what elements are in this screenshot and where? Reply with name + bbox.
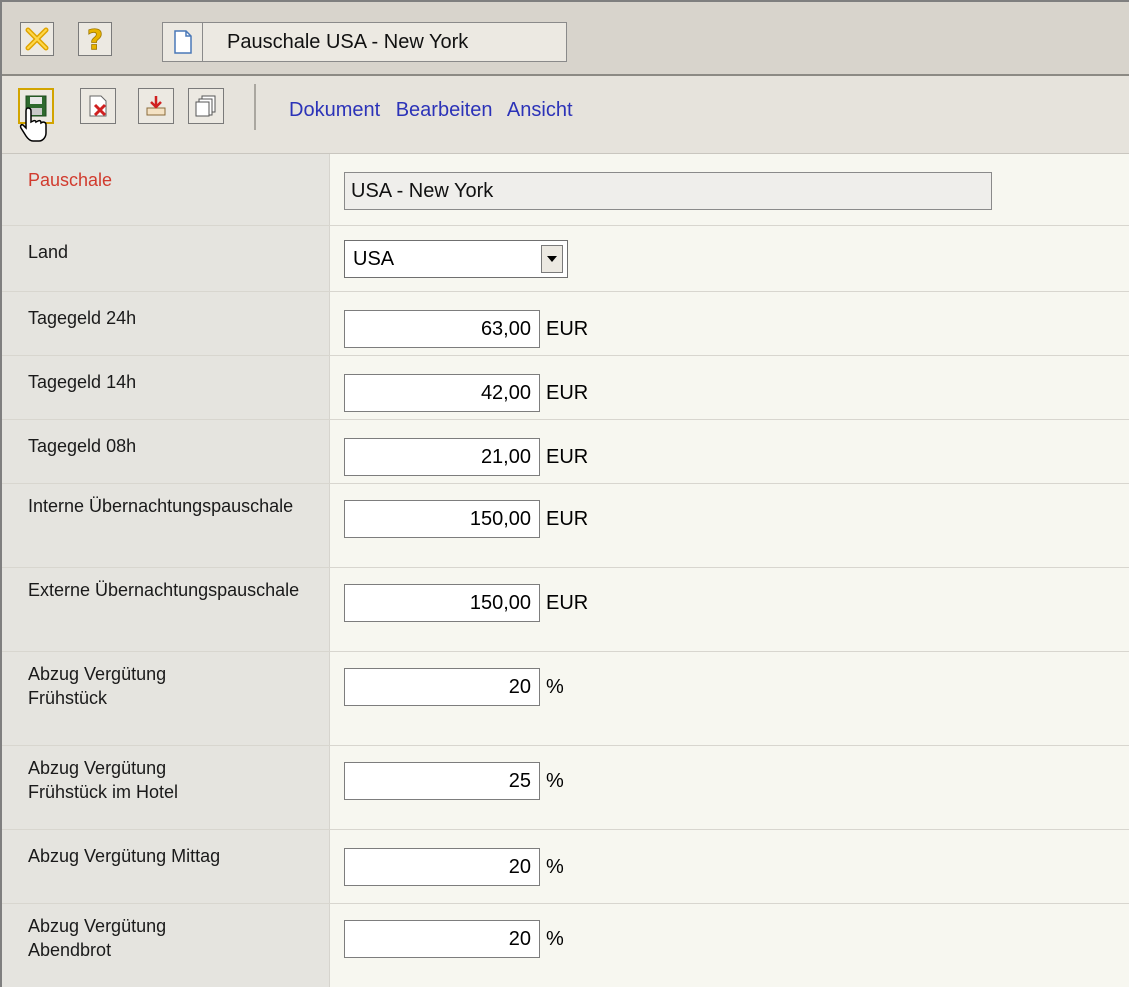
value-cell: 150,00 EUR <box>330 568 1129 651</box>
label-pauschale: Pauschale <box>2 154 330 225</box>
value-cell: 20 % <box>330 830 1129 903</box>
unit-label: % <box>546 856 564 878</box>
value-cell: 42,00 EUR <box>330 356 1129 419</box>
close-icon <box>25 27 49 51</box>
svg-text:?: ? <box>87 25 103 53</box>
value-cell: USA <box>330 226 1129 291</box>
unit-label: EUR <box>546 318 589 340</box>
document-tab[interactable]: Pauschale USA - New York <box>162 22 567 62</box>
value-cell: 150,00 EUR <box>330 484 1129 567</box>
dropdown-arrow-icon[interactable] <box>541 245 563 273</box>
externe-uebernachtung-input[interactable]: 150,00 <box>344 584 540 622</box>
form-row-tagegeld-08h: Tagegeld 08h 21,00 EUR <box>2 420 1129 484</box>
abzug-fruehstueck-hotel-input[interactable]: 25 <box>344 762 540 800</box>
label-tagegeld-24h: Tagegeld 24h <box>2 292 330 355</box>
label-abzug-mittag: Abzug Vergütung Mittag <box>2 830 330 903</box>
delete-button[interactable] <box>80 88 116 124</box>
menu-dokument[interactable]: Dokument <box>289 99 380 121</box>
value-cell: USA - New York <box>330 154 1129 225</box>
value-cell: 25 % <box>330 746 1129 829</box>
land-select[interactable]: USA <box>344 240 568 278</box>
close-button[interactable] <box>20 22 54 56</box>
unit-label: EUR <box>546 592 589 614</box>
value-cell: 20 % <box>330 904 1129 987</box>
label-abzug-abendbrot: Abzug Vergütung Abendbrot <box>2 904 330 987</box>
copy-button[interactable] <box>188 88 224 124</box>
app-window: ? Pauschale USA - New York Dokument Bear… <box>0 0 1129 987</box>
toolbar: Dokument Bearbeiten Ansicht <box>2 76 1129 154</box>
question-icon: ? <box>86 25 103 53</box>
form-row-pauschale: Pauschale USA - New York <box>2 154 1129 226</box>
land-select-value: USA <box>353 247 395 270</box>
form-row-abzug-abendbrot: Abzug Vergütung Abendbrot 20 % <box>2 904 1129 987</box>
toolbar-separator <box>254 84 256 130</box>
label-abzug-fruehstueck-hotel: Abzug Vergütung Frühstück im Hotel <box>2 746 330 829</box>
menu-ansicht[interactable]: Ansicht <box>507 99 573 121</box>
unit-label: % <box>546 770 564 792</box>
label-externe-uebernachtung: Externe Übernachtungspauschale <box>2 568 330 651</box>
menu-bearbeiten[interactable]: Bearbeiten <box>396 99 493 121</box>
title-bar: ? Pauschale USA - New York <box>2 2 1129 76</box>
tagegeld-14h-input[interactable]: 42,00 <box>344 374 540 412</box>
value-cell: 20 % <box>330 652 1129 745</box>
abzug-abendbrot-input[interactable]: 20 <box>344 920 540 958</box>
label-tagegeld-08h: Tagegeld 08h <box>2 420 330 483</box>
label-interne-uebernachtung: Interne Übernachtungspauschale <box>2 484 330 567</box>
menu-bar: Dokument Bearbeiten Ansicht <box>289 99 583 122</box>
form-row-land: Land USA <box>2 226 1129 292</box>
document-tab-title: Pauschale USA - New York <box>227 30 469 53</box>
form-row-abzug-mittag: Abzug Vergütung Mittag 20 % <box>2 830 1129 904</box>
tagegeld-08h-input[interactable]: 21,00 <box>344 438 540 476</box>
delete-document-icon <box>89 95 107 117</box>
help-button[interactable]: ? <box>78 22 112 56</box>
abzug-fruehstueck-input[interactable]: 20 <box>344 668 540 706</box>
value-cell: 21,00 EUR <box>330 420 1129 483</box>
value-cell: 63,00 EUR <box>330 292 1129 355</box>
copy-icon <box>195 95 216 117</box>
interne-uebernachtung-input[interactable]: 150,00 <box>344 500 540 538</box>
abzug-mittag-input[interactable]: 20 <box>344 848 540 886</box>
document-icon <box>163 23 203 61</box>
unit-label: EUR <box>546 508 589 530</box>
unit-label: EUR <box>546 446 589 468</box>
label-land: Land <box>2 226 330 291</box>
form-row-interne-uebernachtung: Interne Übernachtungspauschale 150,00 EU… <box>2 484 1129 568</box>
unit-label: % <box>546 676 564 698</box>
pauschale-form: Pauschale USA - New York Land USA Tagege… <box>2 154 1129 987</box>
unit-label: EUR <box>546 382 589 404</box>
form-row-abzug-fruehstueck-hotel: Abzug Vergütung Frühstück im Hotel 25 % <box>2 746 1129 830</box>
tagegeld-24h-input[interactable]: 63,00 <box>344 310 540 348</box>
hand-cursor-icon <box>19 107 47 142</box>
form-row-abzug-fruehstueck: Abzug Vergütung Frühstück 20 % <box>2 652 1129 746</box>
unit-label: % <box>546 928 564 950</box>
form-row-tagegeld-24h: Tagegeld 24h 63,00 EUR <box>2 292 1129 356</box>
export-button[interactable] <box>138 88 174 124</box>
form-row-tagegeld-14h: Tagegeld 14h 42,00 EUR <box>2 356 1129 420</box>
pauschale-field[interactable]: USA - New York <box>344 172 992 210</box>
inbox-download-icon <box>146 96 166 116</box>
form-row-externe-uebernachtung: Externe Übernachtungspauschale 150,00 EU… <box>2 568 1129 652</box>
label-abzug-fruehstueck: Abzug Vergütung Frühstück <box>2 652 330 745</box>
label-tagegeld-14h: Tagegeld 14h <box>2 356 330 419</box>
